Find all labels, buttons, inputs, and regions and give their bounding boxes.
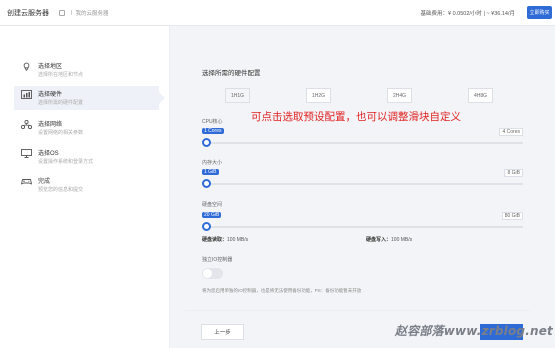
disk-write-label: 硬盘写入： (366, 237, 392, 243)
io-controller-label: 独立IO控制器 (202, 257, 233, 263)
cpu-max-value: 4 Cores (499, 128, 523, 136)
disk-max-value: 80 GiB (501, 212, 523, 220)
ram-label: 内存大小 (202, 160, 223, 166)
price-summary: 基础费用：¥ 0.0502/小时 | ~ ¥36.14/月 (420, 9, 515, 17)
section-title: 选择所需的硬件配置 (202, 70, 261, 77)
location-pin-icon (23, 62, 30, 71)
steps-sidebar: 选择地区 选择所在地区和节点 选择硬件 选择所需的硬件配置 选择网络 设置网络的… (0, 26, 170, 348)
order-button[interactable]: 立即购买 (527, 6, 552, 19)
home-icon[interactable] (59, 9, 65, 16)
disk-write-info: 硬盘写入：100 MB/s (366, 236, 412, 243)
step-network[interactable]: 选择网络 设置网络的相关参数 (14, 116, 159, 140)
disk-read-info: 硬盘读取：100 MB/s (202, 236, 248, 243)
monitor-icon (21, 149, 32, 158)
top-bar: 创建云服务器 | 我的云服务器 基础费用：¥ 0.0502/小时 | ~ ¥36… (0, 0, 555, 26)
ram-slider[interactable]: 内存大小 1 GiB 8 GiB (202, 159, 523, 189)
disk-read-value: 100 MB/s (227, 237, 249, 243)
preset-group: 1H1G 1H2G 2H4G 4H8G (225, 88, 493, 103)
step-os[interactable]: 选择OS 设置操作系统和登录方式 (14, 145, 159, 169)
step-title: 选择硬件 (38, 92, 63, 98)
base-price-value: ¥ 0.0502/小时 | ~ ¥36.14/月 (447, 11, 515, 17)
watermark: 赵容部落www.zrblog.net (394, 324, 553, 338)
step-finish[interactable]: 完成 预览您的信息和提交 (14, 173, 159, 197)
cpu-slider[interactable]: CPU核心 1 Cores 4 Cores (202, 118, 523, 148)
breadcrumb: | 我的云服务器 (59, 9, 108, 17)
preset-2h4g[interactable]: 2H4G (387, 88, 412, 103)
step-title: 选择网络 (38, 122, 63, 128)
step-title: 选择地区 (38, 64, 63, 70)
network-icon (21, 120, 32, 129)
ram-slider-handle[interactable] (202, 179, 211, 188)
step-subtitle: 选择所在地区和节点 (38, 72, 84, 78)
preset-1h2g[interactable]: 1H2G (306, 88, 331, 103)
ram-track[interactable] (207, 183, 523, 185)
disk-read-label: 硬盘读取： (202, 237, 228, 243)
step-hardware[interactable]: 选择硬件 选择所需的硬件配置 (14, 86, 165, 110)
hardware-chart-icon (21, 90, 32, 99)
disk-value-tooltip: 20 GiB (202, 212, 222, 218)
cpu-slider-handle[interactable] (202, 138, 211, 147)
step-subtitle: 选择所需的硬件配置 (38, 100, 84, 106)
preset-4h8g[interactable]: 4H8G (468, 88, 493, 103)
step-subtitle: 设置操作系统和登录方式 (38, 159, 94, 165)
app-title: 创建云服务器 (7, 9, 49, 17)
gamepad-icon (21, 179, 32, 185)
cpu-track[interactable] (207, 142, 523, 144)
breadcrumb-my-servers[interactable]: 我的云服务器 (75, 9, 108, 17)
ram-max-value: 8 GiB (504, 169, 523, 177)
disk-track[interactable] (207, 226, 523, 228)
step-title: 完成 (38, 179, 51, 185)
ram-value-tooltip: 1 GiB (202, 169, 219, 175)
toggle-knob (203, 269, 212, 278)
step-subtitle: 设置网络的相关参数 (38, 130, 84, 136)
step-subtitle: 预览您的信息和提交 (38, 187, 84, 193)
base-price-label: 基础费用： (420, 11, 448, 17)
disk-write-value: 100 MB/s (391, 237, 413, 243)
io-controller-toggle[interactable] (202, 268, 223, 279)
disk-label: 硬盘空间 (202, 202, 223, 208)
disk-slider[interactable]: 硬盘空间 20 GiB 80 GiB (202, 201, 523, 233)
disk-slider-handle[interactable] (202, 222, 211, 231)
breadcrumb-separator: | (71, 9, 73, 16)
step-region[interactable]: 选择地区 选择所在地区和节点 (14, 58, 159, 82)
io-controller-description: 将为您启用单独的IO控制器，也是将无法使用备份功能，PS：备份功能暂未开放 (202, 288, 362, 293)
cpu-label: CPU核心 (202, 119, 223, 125)
previous-step-button[interactable]: 上一步 (201, 324, 244, 340)
step-title: 选择OS (38, 151, 59, 157)
footer-divider (185, 310, 530, 311)
cpu-value-tooltip: 1 Cores (202, 128, 224, 134)
preset-1h1g[interactable]: 1H1G (225, 88, 250, 103)
